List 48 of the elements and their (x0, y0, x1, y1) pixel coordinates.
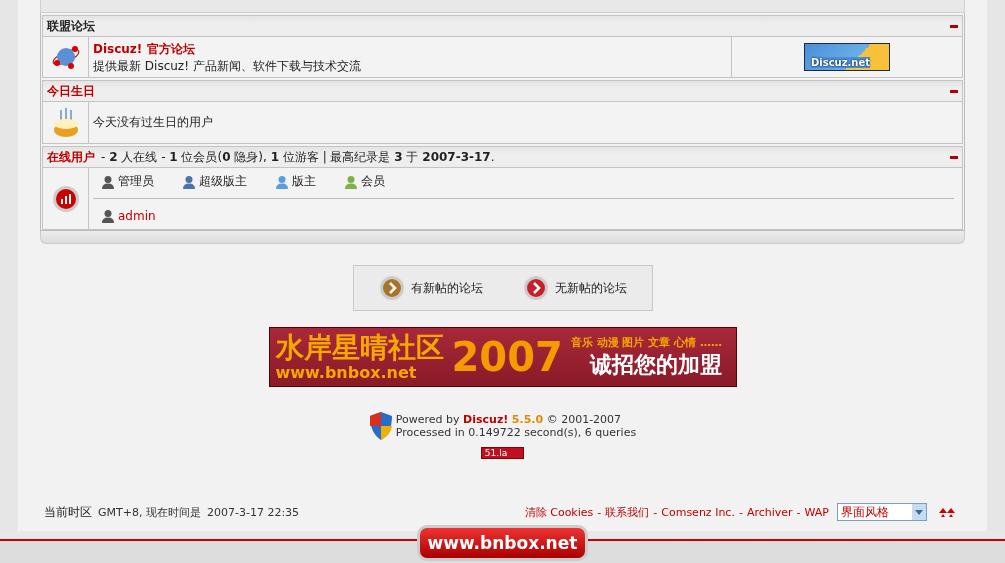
user-icon (182, 174, 196, 189)
separator: - (597, 505, 602, 519)
forum-link[interactable]: Discuz! 官方论坛 (93, 41, 727, 58)
separator: - (653, 505, 658, 519)
footer-link[interactable]: Comsenz Inc. (661, 505, 735, 519)
collapse-icon[interactable] (950, 155, 958, 159)
section-title: 在线用户 (47, 148, 95, 166)
user-icon (101, 174, 115, 189)
powered-by-text: Powered by Discuz! 5.5.0 © 2001-2007 (395, 413, 623, 426)
user-icon (101, 209, 115, 223)
online-summary: - 2 人在线 -1 位会员(0 隐身), 1 位游客 | 最高纪录是 3 于 2007-3-17. (101, 148, 495, 166)
footer-link[interactable]: 联系我们 (605, 504, 650, 520)
stats-icon (51, 184, 80, 213)
forum-logo[interactable]: Discuz.net (804, 43, 890, 71)
username-link[interactable]: admin (118, 209, 156, 223)
separator: - (738, 505, 743, 519)
arrow-circle-icon (522, 275, 549, 301)
collapse-icon[interactable] (950, 24, 958, 28)
globe-icon (50, 43, 81, 71)
section-title: 今日生日 (47, 82, 95, 100)
user-icon (344, 174, 358, 189)
dropdown-arrow-icon (915, 509, 923, 515)
section-title: 联盟论坛 (47, 17, 95, 35)
user-group-label: 超级版主 (199, 173, 247, 190)
user-group-label: 管理员 (118, 173, 154, 190)
timezone-label: 当前时区 (44, 503, 92, 521)
footer-link[interactable]: 清除 Cookies (524, 504, 594, 520)
counter-badge[interactable]: 51.la (480, 447, 525, 459)
footer-link[interactable]: WAP (804, 505, 829, 519)
arrow-circle-icon (378, 275, 405, 301)
user-group-label: 会员 (361, 173, 385, 190)
separator: - (796, 505, 801, 519)
cake-icon (52, 107, 79, 138)
current-time: 2007-3-17 22:35 (206, 505, 300, 519)
site-url-button[interactable]: www.bnbox.net (416, 525, 589, 561)
legend-label: 有新帖的论坛 (410, 279, 483, 297)
user-group-label: 版主 (292, 173, 316, 190)
processed-text: Processed in 0.149722 second(s), 6 queries (395, 426, 637, 439)
style-select[interactable]: 界面风格 (837, 503, 927, 521)
birthday-message: 今天没有过生日的用户 (93, 114, 213, 131)
forum-description: 提供最新 Discuz! 产品新闻、软件下载与技术交流 (93, 58, 362, 75)
collapse-icon[interactable] (950, 89, 958, 93)
shield-icon (368, 411, 393, 441)
footer-link[interactable]: Archiver (746, 505, 793, 519)
timezone-text: GMT+8, 现在时间是 (98, 504, 201, 520)
back-to-top-icon[interactable] (939, 507, 955, 517)
legend-label: 无新帖的论坛 (554, 279, 627, 297)
user-icon (275, 174, 289, 189)
